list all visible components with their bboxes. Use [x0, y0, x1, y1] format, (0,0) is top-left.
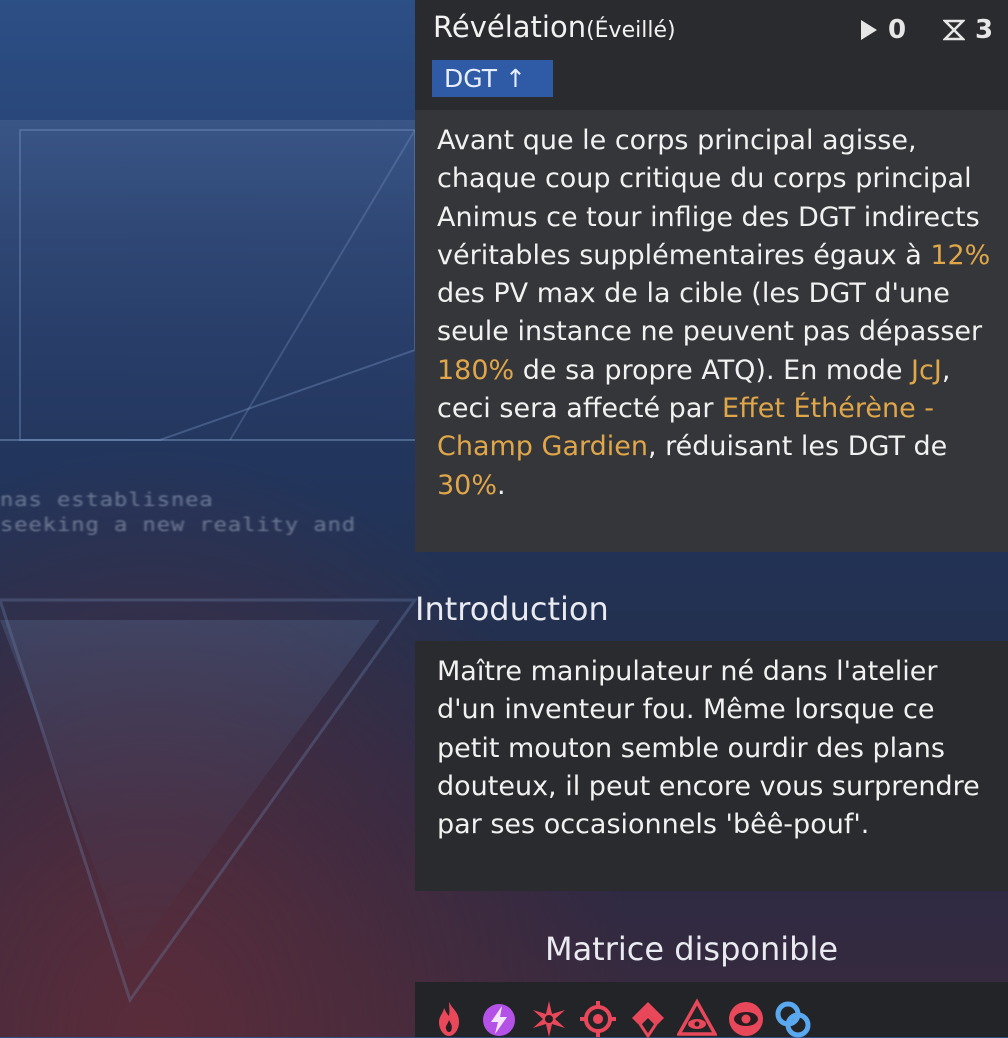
introduction-box: Maître manipulateur né dans l'atelier d'…	[415, 641, 1008, 891]
damage-up-tag: DGT ↑	[432, 60, 553, 97]
skill-name: Révélation	[433, 10, 587, 44]
skill-description: Avant que le corps principal agisse, cha…	[437, 122, 997, 505]
crosshair-matrix-icon[interactable]	[578, 998, 618, 1038]
highlight-term: 30%	[437, 469, 498, 501]
burst-matrix-icon[interactable]	[529, 998, 569, 1038]
description-segment: Avant que le corps principal agisse, cha…	[437, 125, 980, 271]
skill-uses-value: 0	[888, 15, 907, 45]
skill-header: Révélation(Éveillé) 0 3 DGT ↑	[415, 0, 1008, 110]
highlight-term: 12%	[930, 239, 991, 271]
highlight-term: JcJ	[911, 354, 942, 386]
introduction-text: Maître manipulateur né dans l'atelier d'…	[437, 656, 980, 841]
background-text: nas establisnea seeking a new reality an…	[0, 488, 415, 548]
flame-matrix-icon[interactable]	[429, 998, 469, 1038]
arrow-matrix-icon[interactable]	[628, 998, 668, 1038]
matrix-heading: Matrice disponible	[544, 930, 839, 968]
chain-link-matrix-icon[interactable]	[773, 998, 813, 1038]
play-icon	[861, 20, 877, 40]
skill-awakened-suffix: (Éveillé)	[586, 18, 676, 43]
skill-cooldown-stat: 3	[943, 14, 993, 46]
skill-cooldown-value: 3	[975, 15, 994, 45]
description-segment: de sa propre ATQ). En mode	[514, 354, 912, 386]
description-segment: des PV max de la cible (les DGT d'une se…	[437, 278, 983, 348]
skill-description-box: Avant que le corps principal agisse, cha…	[415, 110, 1008, 552]
lightning-matrix-icon[interactable]	[479, 998, 519, 1038]
matrix-icon-bar	[415, 982, 1008, 1038]
description-segment: .	[497, 469, 506, 501]
introduction-heading: Introduction	[415, 590, 609, 628]
eye-orb-matrix-icon[interactable]	[726, 998, 766, 1038]
skill-uses-stat: 0	[860, 14, 906, 46]
background-text-line-2: seeking a new reality and	[0, 514, 357, 537]
skill-title: Révélation(Éveillé)	[433, 10, 676, 44]
highlight-term: 180%	[437, 354, 515, 386]
background-text-line-1: nas establisnea	[0, 489, 214, 512]
description-segment: , réduisant les DGT de	[648, 431, 948, 463]
eye-pyramid-matrix-icon[interactable]	[677, 998, 717, 1038]
hourglass-icon	[943, 19, 965, 41]
